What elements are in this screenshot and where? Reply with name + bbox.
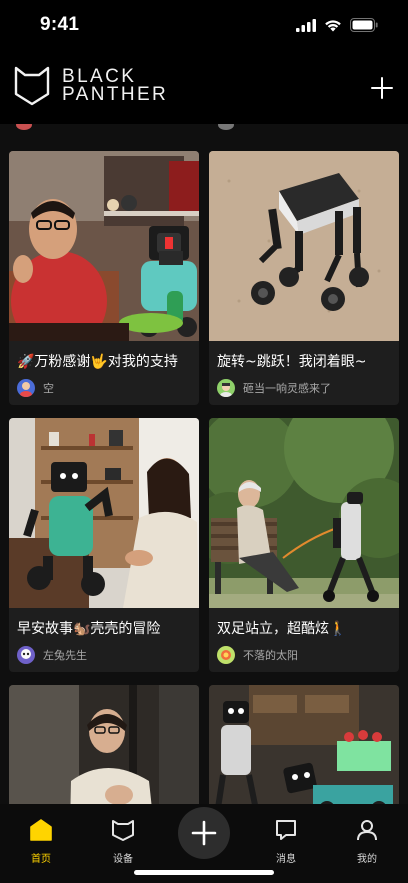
card-title: 早安故事🐿️壳壳的冒险	[17, 621, 161, 637]
status-bar: 9:41	[0, 0, 408, 52]
author-name: 左兔先生	[43, 649, 87, 662]
feed-card[interactable]: 🚀万粉感谢🤟对我的支持 空	[9, 151, 199, 405]
feed-card[interactable]	[9, 685, 199, 804]
signal-icon	[296, 18, 316, 32]
status-icons	[296, 18, 378, 32]
feed-card[interactable]	[209, 685, 399, 804]
card-image	[9, 418, 199, 608]
feed-card[interactable]: 早安故事🐿️壳壳的冒险 左兔先生	[9, 418, 199, 672]
add-post-button[interactable]	[370, 76, 394, 100]
author-name: 砸当一响灵感来了	[243, 382, 331, 395]
brand-logo: BLACK PANTHER	[14, 66, 168, 106]
card-image	[209, 151, 399, 341]
author-name: 不落的太阳	[243, 649, 298, 662]
brand-line-2: PANTHER	[62, 84, 169, 105]
battery-icon	[350, 18, 378, 32]
card-image	[9, 685, 199, 804]
card-author[interactable]: 左兔先生	[17, 646, 87, 664]
feed-card[interactable]: 旋转~跳跃！我闭着眼~ 砸当一响灵感来了	[209, 151, 399, 405]
card-image	[209, 685, 399, 804]
nav-devices[interactable]: 设备	[93, 816, 153, 865]
nav-home-label: 首页	[31, 854, 51, 865]
avatar	[217, 646, 235, 664]
content-feed[interactable]: 🚀万粉感谢🤟对我的支持 空 旋转~跳跃！我闭着眼~ 砸当一响灵感来了 早安故事🐿…	[0, 124, 408, 804]
wifi-icon	[325, 19, 341, 31]
nav-messages[interactable]: 消息	[256, 816, 316, 865]
avatar	[16, 124, 32, 130]
avatar	[17, 646, 35, 664]
avatar	[217, 379, 235, 397]
home-indicator	[134, 870, 274, 875]
card-title: 双足站立，超酷炫🚶	[217, 621, 347, 637]
message-icon	[276, 820, 296, 840]
card-image	[9, 151, 199, 341]
card-author[interactable]: 不落的太阳	[217, 646, 298, 664]
brand-name: BLACK PANTHER	[62, 67, 169, 105]
bottom-nav: 首页 设备 消息 我的	[0, 804, 408, 883]
nav-home[interactable]: 首页	[11, 816, 71, 865]
card-title: 🚀万粉感谢🤟对我的支持	[17, 354, 178, 370]
device-shield-icon	[112, 820, 134, 841]
nav-profile-label: 我的	[357, 854, 377, 865]
create-button[interactable]	[178, 807, 230, 859]
card-title: 旋转~跳跃！我闭着眼~	[217, 354, 367, 370]
status-time: 9:41	[40, 14, 80, 35]
card-author[interactable]: 空	[17, 379, 54, 397]
home-icon	[30, 819, 52, 841]
nav-devices-label: 设备	[113, 854, 133, 865]
card-image	[209, 418, 399, 608]
nav-messages-label: 消息	[276, 854, 296, 865]
previous-row-edge	[0, 124, 408, 130]
app-header: BLACK PANTHER	[0, 52, 408, 124]
card-author[interactable]: 砸当一响灵感来了	[217, 379, 331, 397]
avatar	[17, 379, 35, 397]
panther-shield-icon	[14, 66, 50, 106]
user-icon	[357, 820, 377, 841]
feed-card[interactable]: 双足站立，超酷炫🚶 不落的太阳	[209, 418, 399, 672]
author-name: 空	[43, 382, 54, 395]
avatar	[218, 124, 234, 130]
plus-icon	[191, 820, 217, 846]
nav-profile[interactable]: 我的	[337, 816, 397, 865]
